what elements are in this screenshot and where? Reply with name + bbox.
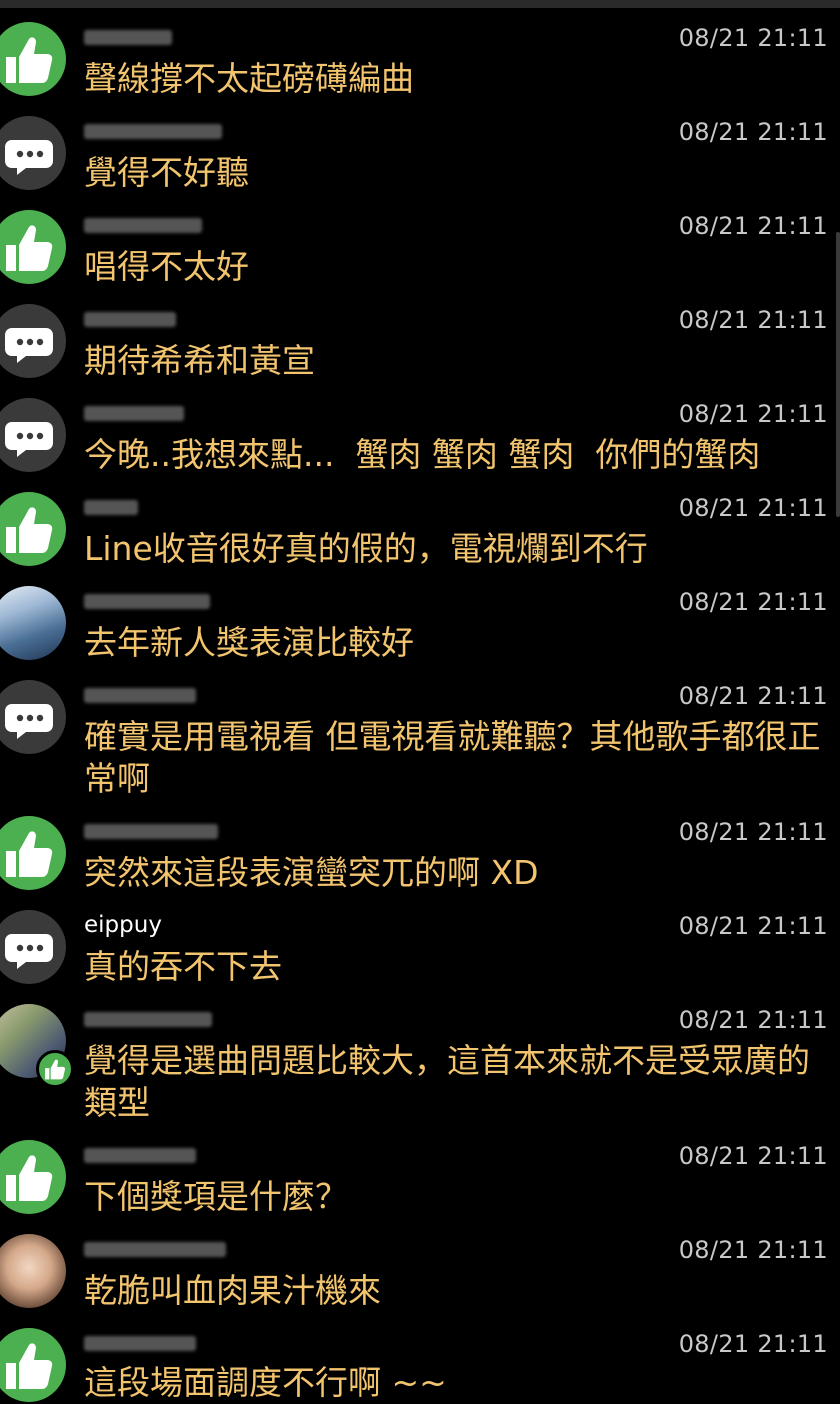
message-text: 唱得不太好 (84, 247, 249, 286)
message-text: 期待希希和黃宣 (84, 341, 315, 380)
like-badge-icon (36, 1050, 74, 1088)
message-text: 突然來這段表演蠻突兀的啊 XD (84, 853, 539, 892)
comment-icon (0, 116, 66, 190)
timestamp: 08/21 21:11 (678, 1236, 828, 1264)
top-bar (0, 0, 840, 8)
username-redacted (84, 824, 218, 839)
message-text: 真的吞不下去 (84, 947, 282, 986)
message-text: 去年新人獎表演比較好 (84, 623, 414, 662)
timestamp: 08/21 21:11 (678, 682, 828, 710)
comment-icon (0, 910, 66, 984)
message-text: Line收音很好真的假的，電視爛到不行 (84, 529, 648, 568)
username-redacted (84, 312, 176, 327)
username-redacted (84, 688, 196, 703)
like-icon (0, 210, 66, 284)
like-icon (0, 22, 66, 96)
timestamp: 08/21 21:11 (678, 588, 828, 616)
profile-photo (0, 1234, 66, 1308)
timestamp: 08/21 21:11 (678, 24, 828, 52)
message-text: 下個獎項是什麼？ (84, 1177, 348, 1216)
timestamp: 08/21 21:11 (678, 212, 828, 240)
username-redacted (84, 406, 184, 421)
timestamp: 08/21 21:11 (678, 912, 828, 940)
message-text: 覺得是選曲問題比較大，這首本來就不是受眾廣的類型 (84, 1041, 810, 1122)
timestamp: 08/21 21:11 (678, 400, 828, 428)
timestamp: 08/21 21:11 (678, 1006, 828, 1034)
username-redacted (84, 124, 222, 139)
message-text: 確實是用電視看 但電視看就難聽？其他歌手都很正常啊 (84, 717, 821, 798)
message-text: 今晚..我想來點... 蟹肉 蟹肉 蟹肉 你們的蟹肉 (84, 435, 761, 474)
username: eippuy (84, 912, 162, 938)
timestamp: 08/21 21:11 (678, 1142, 828, 1170)
like-icon (0, 816, 66, 890)
username-redacted (84, 1148, 196, 1163)
comment-icon (0, 398, 66, 472)
username-redacted (84, 218, 202, 233)
message-text: 乾脆叫血肉果汁機來 (84, 1271, 381, 1310)
message-text: 覺得不好聽 (84, 153, 249, 192)
username-redacted (84, 30, 172, 45)
username-redacted (84, 1012, 212, 1027)
message-text: 這段場面調度不行啊 ~~ (84, 1363, 447, 1402)
comment-icon (0, 304, 66, 378)
profile-photo (0, 586, 66, 660)
timestamp: 08/21 21:11 (678, 494, 828, 522)
username-redacted (84, 500, 138, 515)
comment-icon (0, 680, 66, 754)
timestamp: 08/21 21:11 (678, 118, 828, 146)
timestamp: 08/21 21:11 (678, 1330, 828, 1358)
username-redacted (84, 594, 210, 609)
like-icon (0, 1328, 66, 1402)
like-icon (0, 492, 66, 566)
timestamp: 08/21 21:11 (678, 818, 828, 846)
message-text: 聲線撐不太起磅礡編曲 (84, 59, 414, 98)
scrollbar[interactable] (836, 232, 840, 517)
like-icon (0, 1140, 66, 1214)
username-redacted (84, 1336, 196, 1351)
username-redacted (84, 1242, 226, 1257)
timestamp: 08/21 21:11 (678, 306, 828, 334)
